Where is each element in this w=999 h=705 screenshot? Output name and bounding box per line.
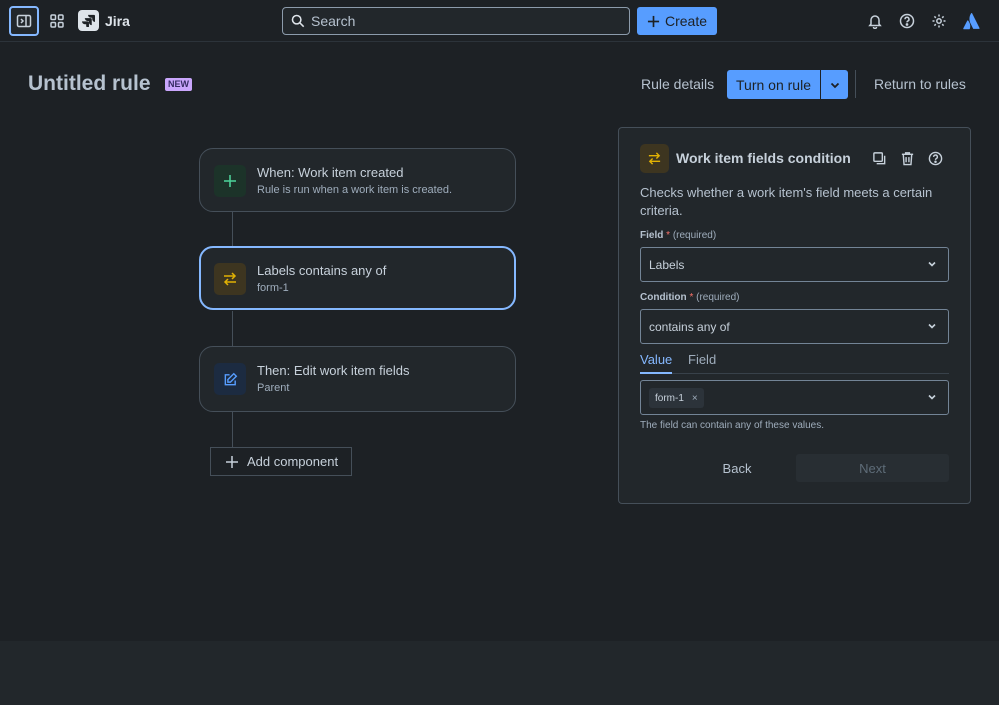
- chevron-down-icon: [928, 261, 936, 267]
- help-icon[interactable]: [926, 149, 944, 167]
- chevron-down-icon: [830, 82, 839, 88]
- chevron-down-icon: [928, 394, 936, 400]
- value-tag: form-1 ×: [649, 388, 704, 408]
- flow-connector: [232, 412, 233, 448]
- trigger-title: When: Work item created: [257, 165, 404, 180]
- flow-connector: [232, 211, 233, 247]
- next-button[interactable]: Next: [796, 454, 949, 482]
- new-badge: NEW: [165, 78, 192, 91]
- delete-icon[interactable]: [898, 149, 916, 167]
- sidebar-toggle-icon[interactable]: [9, 6, 39, 36]
- trigger-card[interactable]: When: Work item created Rule is run when…: [199, 148, 516, 212]
- header-divider: [855, 70, 856, 98]
- back-button[interactable]: Back: [702, 454, 772, 482]
- atlassian-logo-icon[interactable]: [960, 9, 984, 33]
- condition-select-value: contains any of: [649, 319, 730, 334]
- action-subtitle: Parent: [257, 382, 290, 394]
- required-mark: *: [666, 230, 671, 241]
- flow-connector: [232, 311, 233, 346]
- panel-title: Work item fields condition: [676, 150, 851, 166]
- helper-text: The field can contain any of these value…: [640, 420, 825, 431]
- condition-label: Condition * (required): [640, 292, 739, 303]
- rule-details-button[interactable]: Rule details: [641, 76, 714, 92]
- edit-action-icon: [214, 363, 246, 395]
- value-tag-label: form-1: [655, 392, 684, 404]
- create-label: Create: [664, 13, 708, 29]
- jira-logo-icon: [78, 10, 99, 31]
- search-icon: [291, 14, 305, 28]
- value-multiselect[interactable]: form-1 ×: [640, 380, 949, 415]
- return-to-rules-button[interactable]: Return to rules: [874, 76, 966, 92]
- duplicate-icon[interactable]: [870, 149, 888, 167]
- tab-field[interactable]: Field: [688, 352, 716, 374]
- panel-description: Checks whether a work item's field meets…: [640, 185, 933, 218]
- required-hint: (required): [696, 292, 740, 303]
- condition-branch-icon: [214, 263, 246, 295]
- action-title: Then: Edit work item fields: [257, 363, 410, 378]
- condition-branch-icon: [640, 144, 669, 173]
- add-component-button[interactable]: Add component: [210, 447, 352, 476]
- condition-select[interactable]: contains any of: [640, 309, 949, 344]
- footer-bar: [0, 641, 999, 705]
- action-card[interactable]: Then: Edit work item fields Parent: [199, 346, 516, 412]
- required-mark: *: [689, 292, 694, 303]
- create-button[interactable]: Create: [637, 7, 717, 35]
- turn-on-options-button[interactable]: [821, 70, 848, 99]
- add-component-label: Add component: [247, 454, 339, 469]
- add-trigger-icon: [214, 165, 246, 197]
- condition-card[interactable]: Labels contains any of form-1: [199, 246, 516, 310]
- value-field-tabs: Value Field: [640, 352, 949, 374]
- trigger-subtitle: Rule is run when a work item is created.: [257, 184, 453, 196]
- field-select-value: Labels: [649, 257, 685, 272]
- top-navigation: Jira Search Create: [0, 0, 999, 42]
- settings-icon[interactable]: [927, 9, 951, 33]
- plus-icon: [647, 15, 660, 27]
- help-icon[interactable]: [895, 9, 919, 33]
- field-label-text: Field: [640, 230, 664, 241]
- field-label: Field * (required): [640, 230, 716, 241]
- search-placeholder: Search: [311, 13, 356, 29]
- tab-value[interactable]: Value: [640, 352, 673, 374]
- turn-on-rule-button[interactable]: Turn on rule: [727, 70, 820, 99]
- search-input[interactable]: Search: [282, 7, 630, 35]
- notifications-icon[interactable]: [863, 9, 887, 33]
- required-hint: (required): [672, 230, 717, 241]
- plus-icon: [226, 455, 238, 468]
- condition-label-text: Condition: [640, 292, 687, 303]
- page-title: Untitled rule: [28, 72, 151, 95]
- app-name: Jira: [105, 12, 130, 29]
- condition-subtitle: form-1: [257, 282, 289, 294]
- condition-title: Labels contains any of: [257, 263, 387, 278]
- field-select[interactable]: Labels: [640, 247, 949, 282]
- remove-tag-icon[interactable]: ×: [692, 393, 698, 404]
- turn-on-rule-split-button: Turn on rule: [727, 70, 848, 99]
- condition-config-panel: Work item fields condition Checks whethe…: [618, 127, 971, 504]
- chevron-down-icon: [928, 323, 936, 329]
- app-switcher-icon[interactable]: [42, 6, 72, 36]
- jira-logo[interactable]: Jira: [78, 10, 130, 31]
